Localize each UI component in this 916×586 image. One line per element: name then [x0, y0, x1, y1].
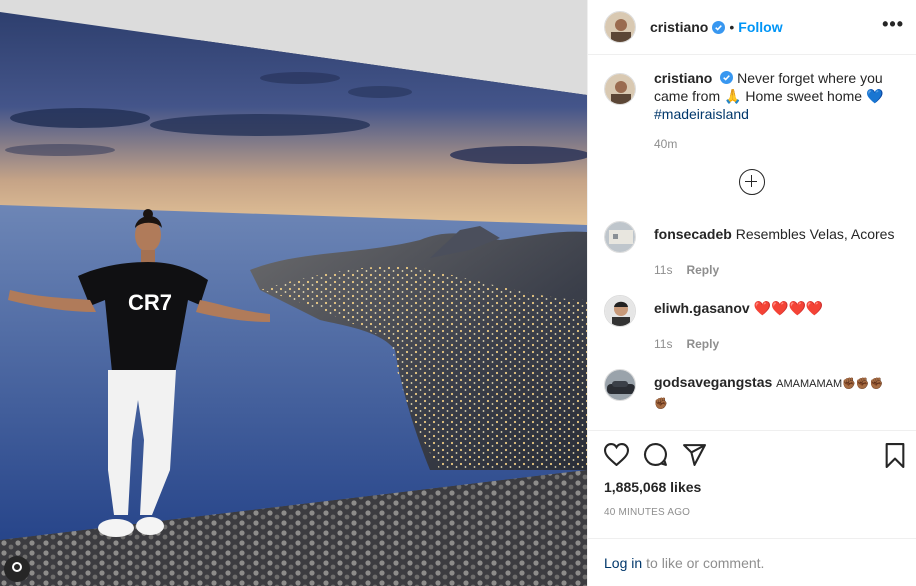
caption-meta: 40m: [654, 137, 900, 151]
photo-image: CR7: [0, 0, 587, 586]
verified-badge-icon: [720, 71, 734, 84]
comment-age: 11s: [654, 337, 673, 351]
action-icons: [603, 441, 900, 471]
post-photo[interactable]: CR7: [0, 0, 587, 586]
comment-body: Resembles Velas, Acores: [735, 226, 895, 242]
like-count[interactable]: 1,885,068 likes: [604, 479, 900, 495]
comment-username[interactable]: fonsecadeb: [654, 226, 732, 242]
svg-text:CR7: CR7: [128, 290, 172, 315]
comment-text: fonsecadeb Resembles Velas, Acores: [654, 225, 894, 243]
reply-button[interactable]: Reply: [686, 263, 719, 277]
load-more: [604, 169, 900, 195]
comment-meta: 11s Reply: [654, 337, 900, 351]
comment-text: godsavegangstas AMAMAMAM✊🏾✊🏾✊🏾✊🏾: [654, 373, 884, 413]
hashtag-link[interactable]: #madeiraisland: [654, 106, 749, 122]
comment-username[interactable]: godsavegangstas: [654, 374, 772, 390]
comment-age: 11s: [654, 263, 673, 277]
caption: cristiano Never forget where you came fr…: [604, 69, 900, 123]
comment-icon[interactable]: [643, 442, 668, 470]
avatar[interactable]: [604, 73, 636, 105]
avatar[interactable]: [604, 369, 636, 401]
avatar[interactable]: [604, 11, 636, 43]
follow-button[interactable]: Follow: [738, 19, 782, 35]
comment: godsavegangstas AMAMAMAM✊🏾✊🏾✊🏾✊🏾: [604, 365, 900, 413]
bookmark-icon[interactable]: [884, 443, 906, 471]
avatar[interactable]: [604, 221, 636, 253]
post-sidebar: cristiano • Follow ••• cristiano Never f…: [587, 0, 916, 586]
author-username[interactable]: cristiano: [650, 19, 708, 35]
post-header: cristiano • Follow •••: [588, 0, 916, 55]
comment-body: ❤️❤️❤️❤️: [753, 300, 824, 316]
user-tag-icon[interactable]: [4, 556, 30, 582]
comment: eliwh.gasanov ❤️❤️❤️❤️ 11s Reply: [604, 291, 900, 351]
login-prompt: Log in to like or comment.: [588, 538, 916, 586]
instagram-post: CR7 cristiano • Follow ••• cristiano Nev…: [0, 0, 916, 586]
login-link[interactable]: Log in: [604, 555, 642, 571]
heart-icon[interactable]: [603, 443, 630, 469]
login-text: to like or comment.: [646, 554, 765, 571]
post-timestamp: 40 MINUTES AGO: [604, 507, 691, 518]
post-actions: 1,885,068 likes 40 MINUTES AGO: [588, 430, 916, 538]
comment-text: eliwh.gasanov ❤️❤️❤️❤️: [654, 299, 823, 317]
more-options-icon[interactable]: •••: [882, 14, 904, 35]
comment: fonsecadeb Resembles Velas, Acores 11s Re…: [604, 217, 900, 277]
caption-username[interactable]: cristiano: [654, 70, 712, 86]
separator-dot: •: [729, 19, 735, 35]
verified-badge-icon: [712, 20, 726, 34]
paper-plane-icon[interactable]: [682, 442, 707, 470]
comment-meta: 11s Reply: [654, 263, 900, 277]
comments-section: cristiano Never forget where you came fr…: [588, 55, 916, 430]
avatar[interactable]: [604, 295, 636, 327]
caption-text: cristiano Never forget where you came fr…: [654, 69, 900, 123]
plus-circle-icon[interactable]: [739, 169, 765, 195]
comment-username[interactable]: eliwh.gasanov: [654, 300, 750, 316]
reply-button[interactable]: Reply: [686, 337, 719, 351]
caption-age: 40m: [654, 137, 678, 151]
